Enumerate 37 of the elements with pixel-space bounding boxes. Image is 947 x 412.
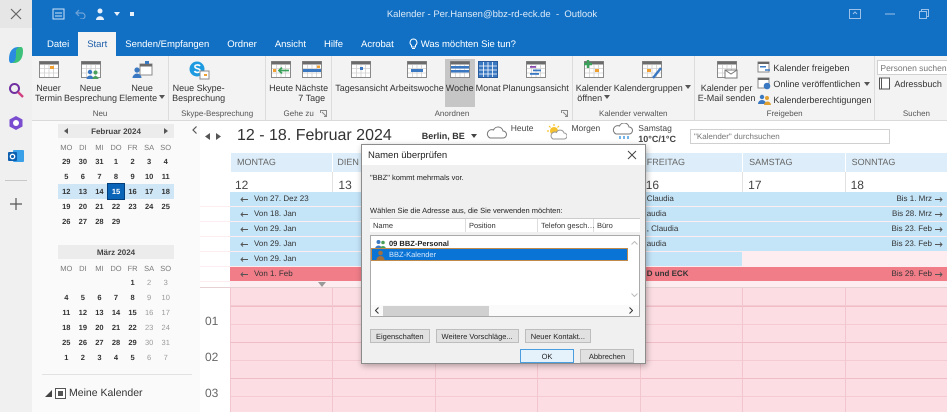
month-title: Februar 2024 (90, 126, 142, 136)
event-title: audia (646, 208, 666, 220)
group-label: Gehe zu (282, 108, 315, 120)
group-label: Suchen (902, 108, 931, 120)
month-title: März 2024 (96, 248, 136, 256)
event-title: D und ECK (646, 268, 688, 280)
group-label: Skype-Besprechung (180, 108, 254, 120)
event-end-date: Bis 28. Mrz (892, 208, 932, 220)
event-start-date: Von 29. Jan (254, 238, 296, 250)
event-start-date: Von 29. Jan (254, 223, 296, 235)
group-label: Neu (92, 108, 108, 120)
day-name: DIEN (337, 157, 359, 167)
date-range-title: 12 - 18. Februar 2024 (237, 127, 392, 145)
event-start-date: Von 29. Jan (254, 253, 296, 265)
group-label: Kalender verwalten (598, 108, 668, 120)
event-end-date: Bis 29. Feb (892, 268, 932, 280)
hour-label: 02 (205, 350, 218, 364)
group-label: Anordnen (434, 108, 470, 120)
event-title: Claudia (646, 193, 674, 205)
event-end-date: Bis 23. Feb (892, 238, 932, 250)
event-start-date: Von 1. Feb (254, 268, 293, 280)
event-title: , Claudia (646, 223, 678, 235)
day-name: SAMSTAG (749, 157, 792, 167)
weather-temperature: 10°C/1°C (638, 134, 676, 145)
day-name: MONTAG (237, 157, 276, 167)
hour-label: 01 (205, 314, 218, 328)
day-name: SONNTAG (852, 157, 896, 167)
day-name: FREITAG (646, 157, 686, 167)
hour-label: 03 (205, 386, 218, 400)
group-label: Freigeben (766, 108, 804, 120)
event-title: audia (646, 238, 666, 250)
event-end-date: Bis 1. Mrz (896, 193, 932, 205)
event-end-date: Bis 23. Feb (892, 223, 932, 235)
event-start-date: Von 27. Dez 23 (254, 193, 309, 205)
dialog-title: Namen überprüfen (368, 150, 448, 160)
event-start-date: Von 18. Jan (254, 208, 296, 220)
window-title: Kalender - Per.Hansen@bbz-rd-eck.de - Outlook (386, 8, 598, 20)
